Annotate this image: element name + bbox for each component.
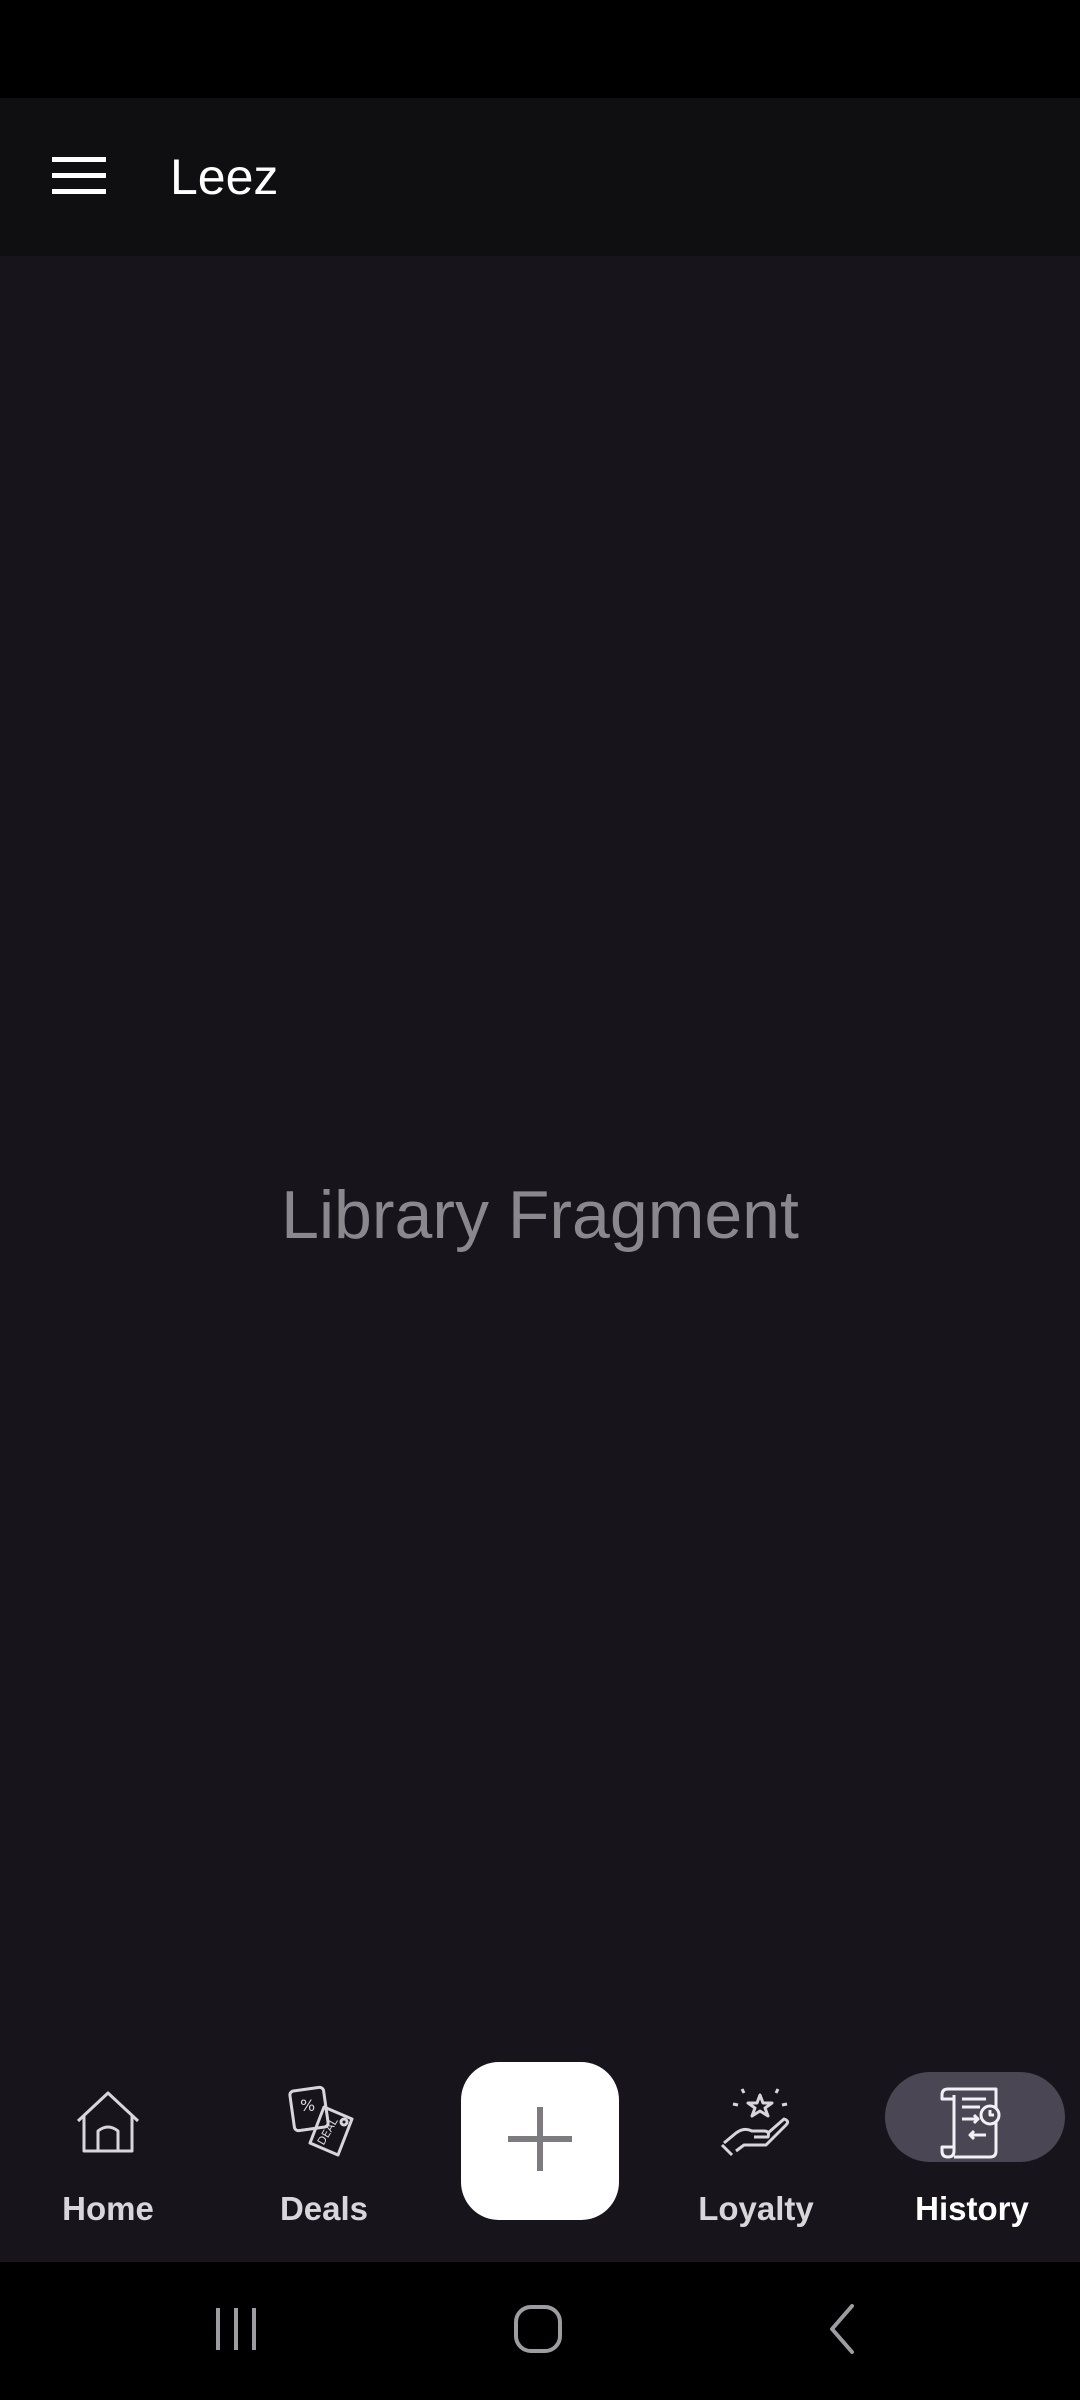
recents-button[interactable] xyxy=(176,2262,296,2400)
bottom-navigation: Home % DEAL Deals Loyalty History xyxy=(0,2040,1080,2262)
svg-text:%: % xyxy=(300,2096,315,2115)
system-home-button[interactable] xyxy=(478,2262,598,2400)
screen: Leez Library Fragment Home % DEAL Deals … xyxy=(0,0,1080,2400)
add-button[interactable] xyxy=(461,2062,619,2220)
nav-item-loyalty[interactable]: Loyalty xyxy=(648,2040,864,2262)
nav-label-home: Home xyxy=(62,2190,154,2227)
nav-item-home[interactable]: Home xyxy=(0,2040,216,2262)
app-bar: Leez xyxy=(0,98,1080,256)
plus-icon xyxy=(504,2103,576,2180)
nav-label-history: History xyxy=(915,2190,1029,2227)
home-icon xyxy=(65,2080,151,2166)
back-button[interactable] xyxy=(782,2262,902,2400)
hand-star-icon xyxy=(713,2080,799,2166)
status-bar xyxy=(0,0,1080,98)
app-title: Leez xyxy=(170,149,279,205)
nav-label-loyalty: Loyalty xyxy=(698,2190,814,2227)
history-scroll-icon xyxy=(929,2080,1015,2166)
back-icon xyxy=(822,2302,862,2361)
home-circle-icon xyxy=(512,2303,564,2360)
nav-item-deals[interactable]: % DEAL Deals xyxy=(216,2040,432,2262)
hamburger-menu-icon xyxy=(52,155,106,200)
placeholder-text: Library Fragment xyxy=(281,1177,799,1253)
system-navigation-bar xyxy=(0,2262,1080,2400)
nav-item-history[interactable]: History xyxy=(864,2040,1080,2262)
nav-label-deals: Deals xyxy=(279,2190,369,2227)
recents-icon xyxy=(212,2306,260,2357)
main-content: Library Fragment xyxy=(0,256,1080,2056)
menu-button[interactable] xyxy=(36,134,122,220)
deal-tag-icon: % DEAL xyxy=(281,2080,367,2166)
